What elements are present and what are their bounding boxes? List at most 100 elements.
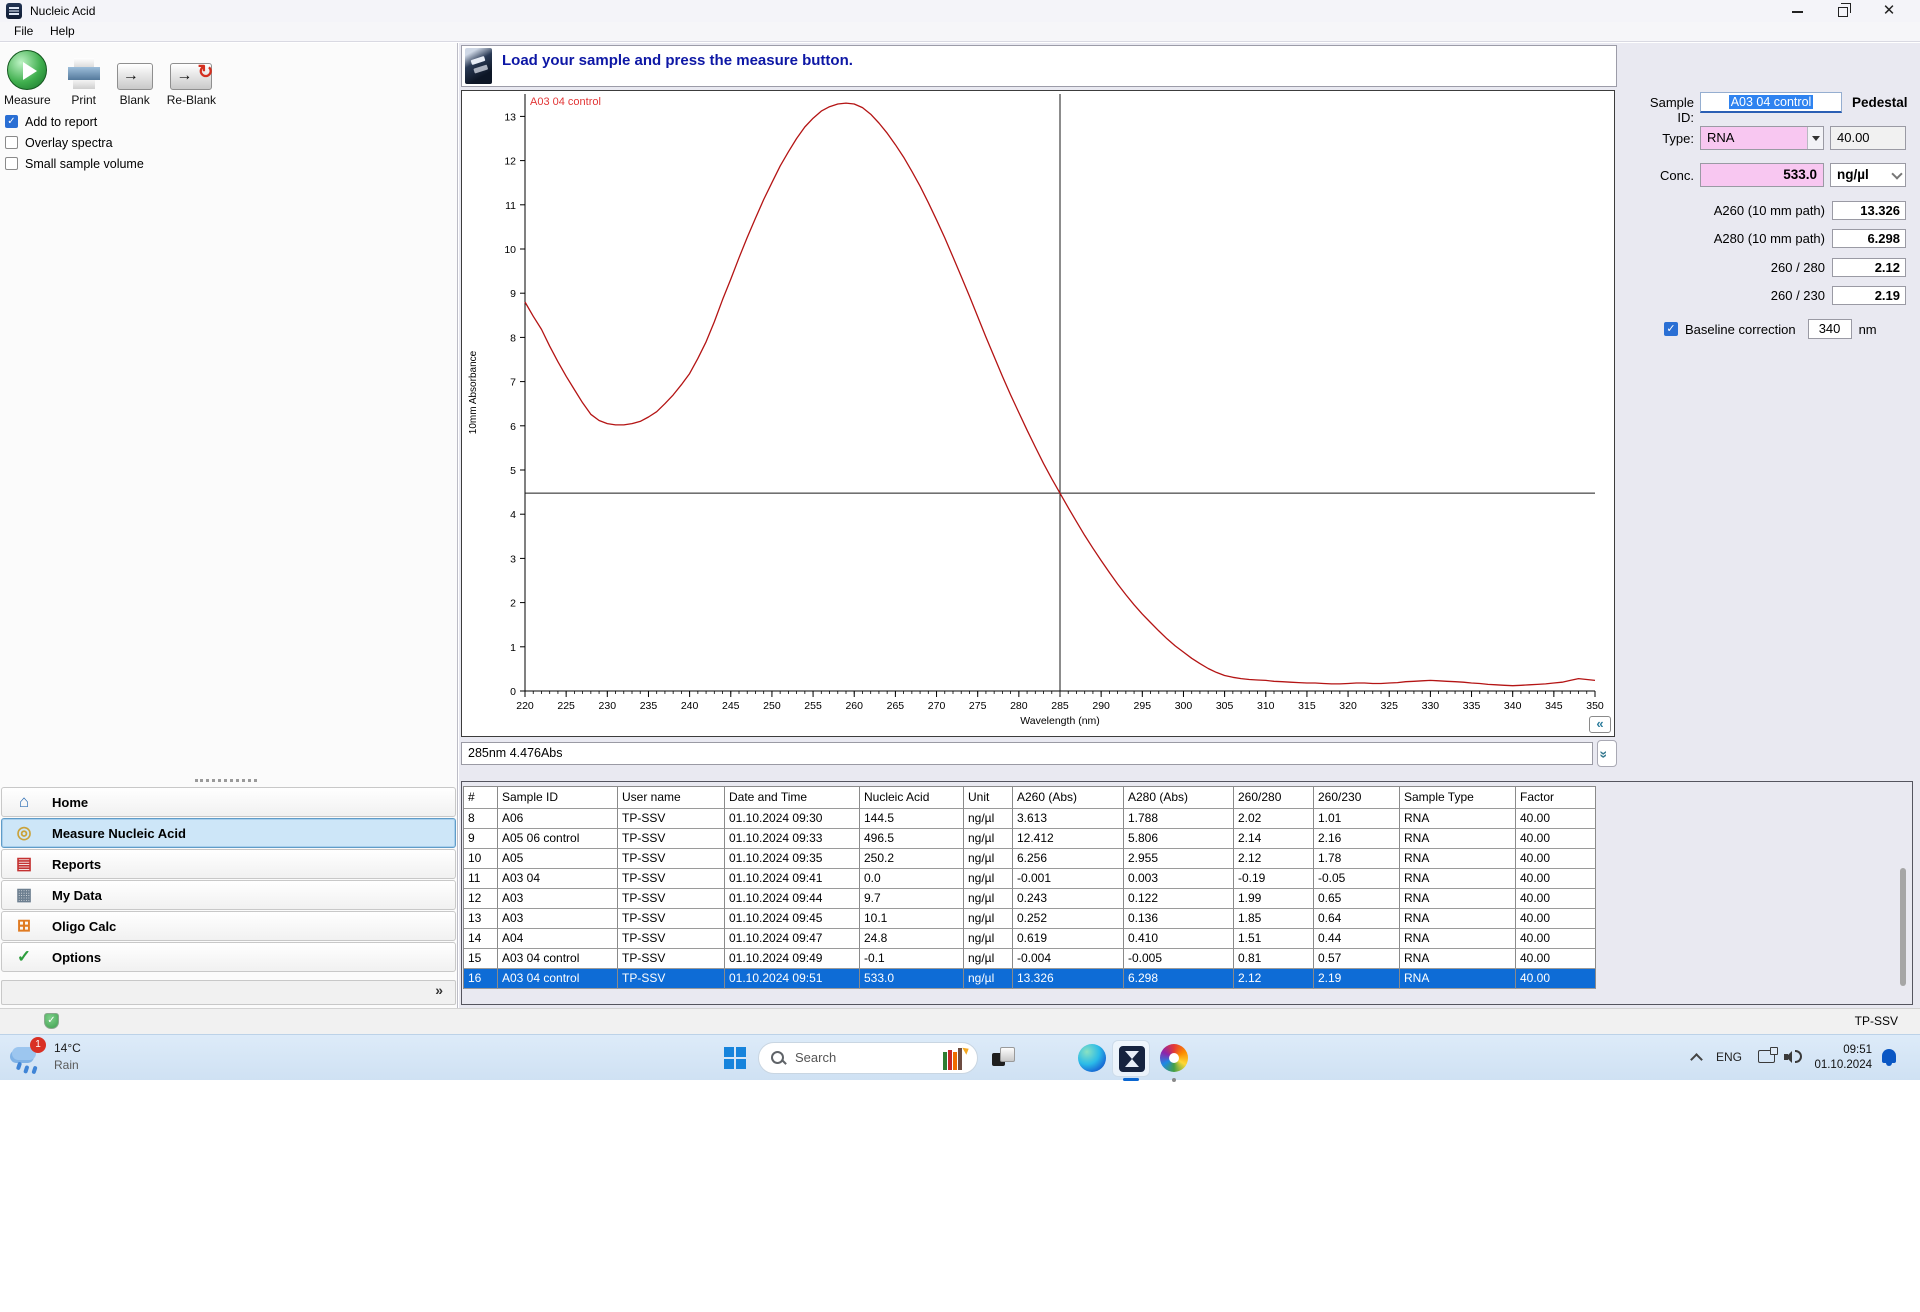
- svg-text:335: 335: [1463, 700, 1481, 712]
- chevron-double-down-icon[interactable]: »: [1596, 740, 1617, 767]
- main-area: Load your sample and press the measure b…: [459, 43, 1920, 1008]
- conc-unit-select[interactable]: ng/µl: [1830, 163, 1906, 187]
- table-cell: 6.256: [1013, 849, 1124, 869]
- restore-icon[interactable]: [1821, 0, 1865, 23]
- table-cell: RNA: [1400, 849, 1516, 869]
- table-cell: ng/µl: [964, 949, 1013, 969]
- series-label: A03 04 control: [530, 96, 601, 108]
- toolbar-blank-button[interactable]: → Blank: [116, 47, 153, 107]
- paint-app-icon[interactable]: [1160, 1044, 1188, 1072]
- column-header-a280-abs[interactable]: A280 (Abs): [1124, 787, 1234, 809]
- column-header-a260-abs[interactable]: A260 (Abs): [1013, 787, 1124, 809]
- baseline-correction-label: Baseline correction: [1685, 321, 1796, 337]
- task-view-button[interactable]: [992, 1047, 1015, 1069]
- menu-help[interactable]: Help: [50, 24, 75, 38]
- sidebar-item-measure[interactable]: ◎ Measure Nucleic Acid: [1, 818, 456, 848]
- table-scrollbar[interactable]: [1900, 868, 1906, 986]
- table-cell: 16: [464, 969, 498, 989]
- edge-browser-icon[interactable]: [1078, 1044, 1106, 1072]
- chevron-double-left-icon[interactable]: «: [1589, 716, 1611, 733]
- title-bar: Nucleic Acid ✕: [0, 0, 1920, 22]
- language-indicator[interactable]: ENG: [1716, 1050, 1742, 1064]
- minimize-icon[interactable]: [1775, 0, 1819, 23]
- column-header-sample-id[interactable]: Sample ID: [498, 787, 618, 809]
- column-header-unit[interactable]: Unit: [964, 787, 1013, 809]
- table-cell: 9.7: [860, 889, 964, 909]
- nav-collapse-bar[interactable]: »: [1, 980, 456, 1005]
- sidebar-item-mydata[interactable]: ▦ My Data: [1, 880, 456, 910]
- svg-text:320: 320: [1339, 700, 1357, 712]
- table-cell: 01.10.2024 09:44: [725, 889, 860, 909]
- result-label: A280 (10 mm path): [1713, 230, 1825, 246]
- toolbar-print-button[interactable]: Print: [64, 47, 103, 107]
- table-cell: TP-SSV: [618, 949, 725, 969]
- table-row[interactable]: 14 A04 TP-SSV 01.10.2024 09:47 24.8 ng/µl 0.61…: [464, 929, 1596, 949]
- sidebar-item-home[interactable]: ⌂ Home: [1, 787, 456, 817]
- svg-text:4: 4: [510, 509, 516, 521]
- weather-widget[interactable]: 1 14°C Rain: [10, 1037, 140, 1077]
- table-cell: 12: [464, 889, 498, 909]
- checkbox-small-sample-volume[interactable]: Small sample volume: [5, 153, 144, 174]
- toolbar-reblank-button[interactable]: → ↻ Re-Blank: [167, 47, 216, 107]
- table-cell: 01.10.2024 09:51: [725, 969, 860, 989]
- clock[interactable]: 09:51 01.10.2024: [1806, 1043, 1872, 1073]
- svg-text:345: 345: [1545, 700, 1563, 712]
- sidebar-item-oligo[interactable]: ⊞ Oligo Calc: [1, 911, 456, 941]
- start-button[interactable]: [724, 1047, 746, 1069]
- measure-options: ✓ Add to report Overlay spectra Small sampl…: [5, 111, 144, 174]
- column-header-factor[interactable]: Factor: [1516, 787, 1596, 809]
- result-value: 2.12: [1832, 257, 1906, 277]
- menu-file[interactable]: File: [14, 24, 33, 38]
- sample-id-value: A03 04 control: [1728, 95, 1814, 109]
- baseline-wavelength-field[interactable]: 340: [1807, 319, 1852, 339]
- table-row[interactable]: 11 A03 04 TP-SSV 01.10.2024 09:41 0.0 ng/µl -0…: [464, 869, 1596, 889]
- table-cell: 2.16: [1314, 829, 1400, 849]
- shield-check-icon: ✓: [44, 1013, 59, 1029]
- table-cell: 6.298: [1124, 969, 1234, 989]
- table-row[interactable]: 8 A06 TP-SSV 01.10.2024 09:30 144.5 ng/µl 3.61…: [464, 809, 1596, 829]
- column-header-nucleic-acid[interactable]: Nucleic Acid: [860, 787, 964, 809]
- column-header-sample-type[interactable]: Sample Type: [1400, 787, 1516, 809]
- checkbox-label: Overlay spectra: [25, 135, 113, 150]
- table-row[interactable]: 13 A03 TP-SSV 01.10.2024 09:45 10.1 ng/µl 0.25…: [464, 909, 1596, 929]
- table-cell: 01.10.2024 09:49: [725, 949, 860, 969]
- tray-expand-icon[interactable]: [1690, 1053, 1703, 1066]
- sidebar-item-reports[interactable]: ▤ Reports: [1, 849, 456, 879]
- checkbox-icon[interactable]: [5, 157, 18, 170]
- checkbox-add-to-report[interactable]: ✓ Add to report: [5, 111, 144, 132]
- type-select[interactable]: RNA: [1700, 126, 1824, 150]
- toolbar-measure-button[interactable]: Measure: [4, 47, 51, 107]
- table-row[interactable]: 10 A05 TP-SSV 01.10.2024 09:35 250.2 ng/µl 6.2…: [464, 849, 1596, 869]
- nanodrop-app-button[interactable]: [1112, 1040, 1150, 1077]
- column-header-user-name[interactable]: User name: [618, 787, 725, 809]
- sidebar-item-options[interactable]: ✓ Options: [1, 942, 456, 972]
- table-row[interactable]: 9 A05 06 control TP-SSV 01.10.2024 09:33 496…: [464, 829, 1596, 849]
- network-icon[interactable]: [1758, 1047, 1778, 1063]
- factor-field[interactable]: 40.00: [1830, 126, 1906, 150]
- column-header-260-230[interactable]: 260/230: [1314, 787, 1400, 809]
- column-header-260-280[interactable]: 260/280: [1234, 787, 1314, 809]
- table-cell: 2.955: [1124, 849, 1234, 869]
- table-row[interactable]: 16 A03 04 control TP-SSV 01.10.2024 09:51 53…: [464, 969, 1596, 989]
- checkbox-icon[interactable]: [5, 136, 18, 149]
- checkbox-icon[interactable]: ✓: [5, 115, 18, 128]
- notification-bell-icon[interactable]: [1882, 1049, 1896, 1066]
- conc-field[interactable]: 533.0: [1700, 163, 1824, 187]
- spectrum-chart[interactable]: 220 225 230 235 240 245 250 255 260 265 270 275 280 2…: [462, 91, 1614, 736]
- sample-id-input[interactable]: A03 04 control: [1700, 92, 1842, 113]
- checkbox-overlay-spectra[interactable]: Overlay spectra: [5, 132, 144, 153]
- table-cell: 2.12: [1234, 849, 1314, 869]
- table-row[interactable]: 12 A03 TP-SSV 01.10.2024 09:44 9.7 ng/µl 0.243…: [464, 889, 1596, 909]
- splitter-handle[interactable]: [195, 779, 257, 782]
- svg-text:235: 235: [640, 700, 658, 712]
- results-table-panel: # Sample ID User name Date and Time Nucleic …: [461, 781, 1913, 1005]
- column-header-[interactable]: #: [464, 787, 498, 809]
- baseline-correction-checkbox[interactable]: ✓: [1664, 322, 1678, 336]
- close-icon[interactable]: ✕: [1867, 0, 1911, 23]
- search-box[interactable]: Search: [758, 1042, 978, 1074]
- dropdown-arrow-icon[interactable]: [1807, 127, 1823, 149]
- table-row[interactable]: 15 A03 04 control TP-SSV 01.10.2024 09:49 -0…: [464, 949, 1596, 969]
- column-header-date-and-time[interactable]: Date and Time: [725, 787, 860, 809]
- sample-panel: Sample ID: A03 04 control Pedestal Type:…: [1630, 90, 1920, 390]
- table-cell: 0.619: [1013, 929, 1124, 949]
